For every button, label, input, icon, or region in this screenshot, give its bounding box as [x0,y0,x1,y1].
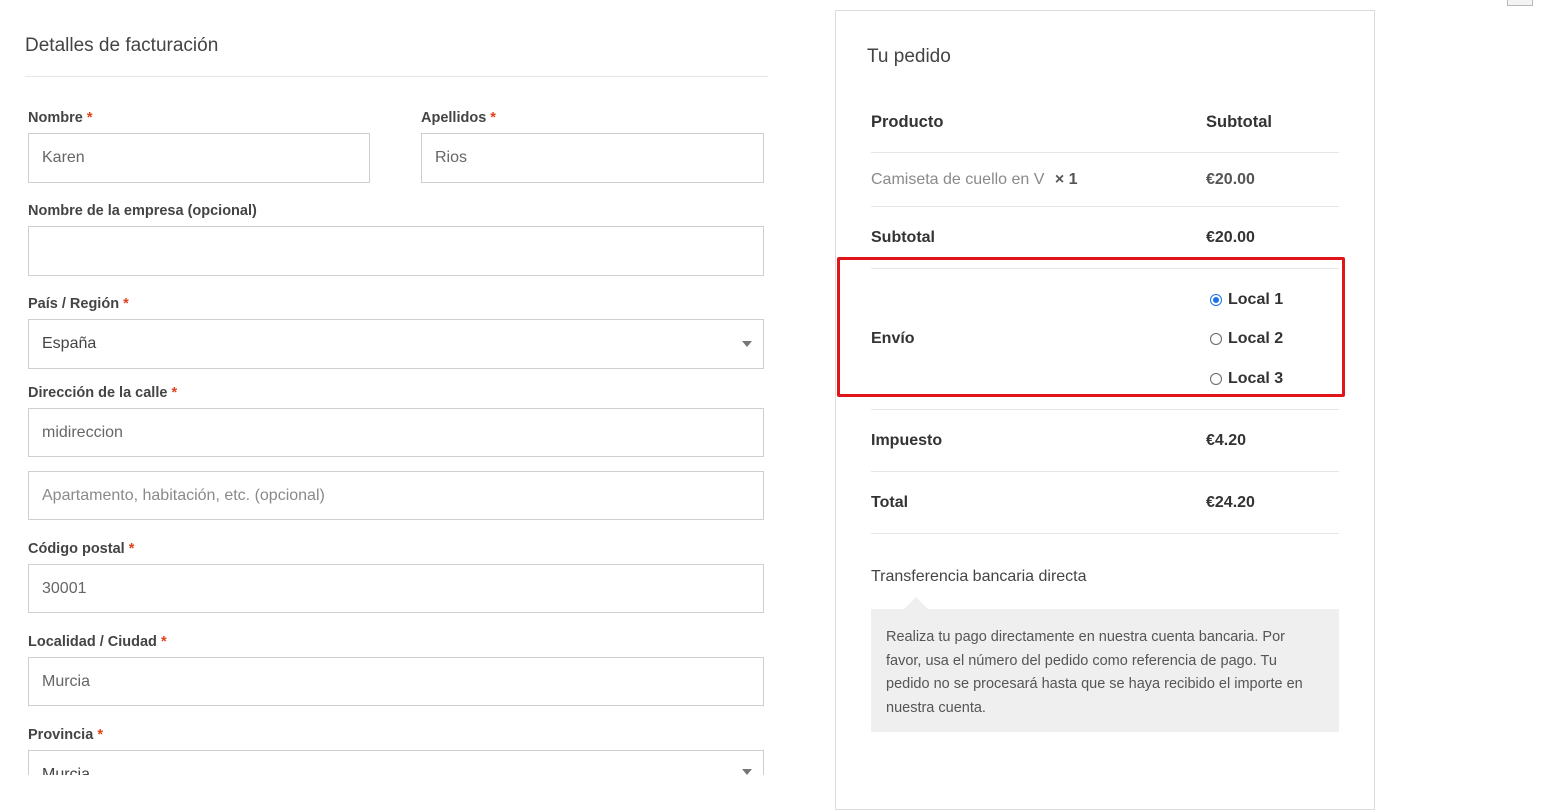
total-label: Total [871,494,909,511]
tax-value: €4.20 [1206,432,1247,449]
row-divider [871,533,1339,534]
header-product: Producto [871,113,944,131]
country-label: País / Región * [28,296,129,312]
last-name-label: Apellidos * [421,110,496,126]
required-mark: * [171,385,178,401]
province-select[interactable]: Murcia [28,750,764,775]
city-input[interactable]: Murcia [28,657,764,706]
postcode-input[interactable]: 30001 [28,564,764,613]
payment-description: Realiza tu pago directamente en nuestra … [871,609,1339,732]
street-label: Dirección de la calle * [28,385,178,401]
row-divider [871,409,1339,410]
header-subtotal: Subtotal [1206,113,1272,131]
order-title: Tu pedido [867,46,951,67]
chevron-down-icon [742,341,752,347]
country-select[interactable]: España [28,319,764,369]
required-mark: * [128,541,135,557]
first-name-input[interactable]: Karen [28,133,370,183]
row-divider [871,471,1339,472]
subtotal-value: €20.00 [1206,229,1255,246]
row-divider [871,206,1339,207]
street-input[interactable]: midireccion [28,408,764,457]
payment-caret [904,597,928,609]
product-name: Camiseta de cuello en V [871,171,1045,188]
required-mark: * [160,634,167,650]
order-item-row: Camiseta de cuello en V × 1 [871,171,1078,189]
company-input[interactable] [28,226,764,276]
product-qty: × 1 [1054,171,1078,188]
required-mark: * [490,110,496,126]
required-mark: * [97,727,103,743]
last-name-input[interactable]: Rios [421,133,764,183]
product-price: €20.00 [1206,171,1255,188]
payment-method-label[interactable]: Transferencia bancaria directa [871,568,1087,586]
total-value: €24.20 [1206,494,1255,511]
shipping-highlight-box [837,257,1345,397]
company-label: Nombre de la empresa (opcional) [28,203,257,219]
first-name-label: Nombre * [28,110,93,126]
required-mark: * [86,110,93,126]
tax-label: Impuesto [871,432,943,449]
required-mark: * [123,296,129,312]
billing-divider [25,76,768,77]
province-label: Provincia * [28,727,103,743]
subtotal-label: Subtotal [871,229,935,246]
broken-image-icon [1507,0,1533,6]
city-label: Localidad / Ciudad * [28,634,167,650]
billing-title: Detalles de facturación [25,35,219,56]
postcode-label: Código postal * [28,541,135,557]
chevron-down-icon [742,769,752,775]
row-divider [871,152,1339,153]
street-line2-input[interactable]: Apartamento, habitación, etc. (opcional) [28,471,764,520]
